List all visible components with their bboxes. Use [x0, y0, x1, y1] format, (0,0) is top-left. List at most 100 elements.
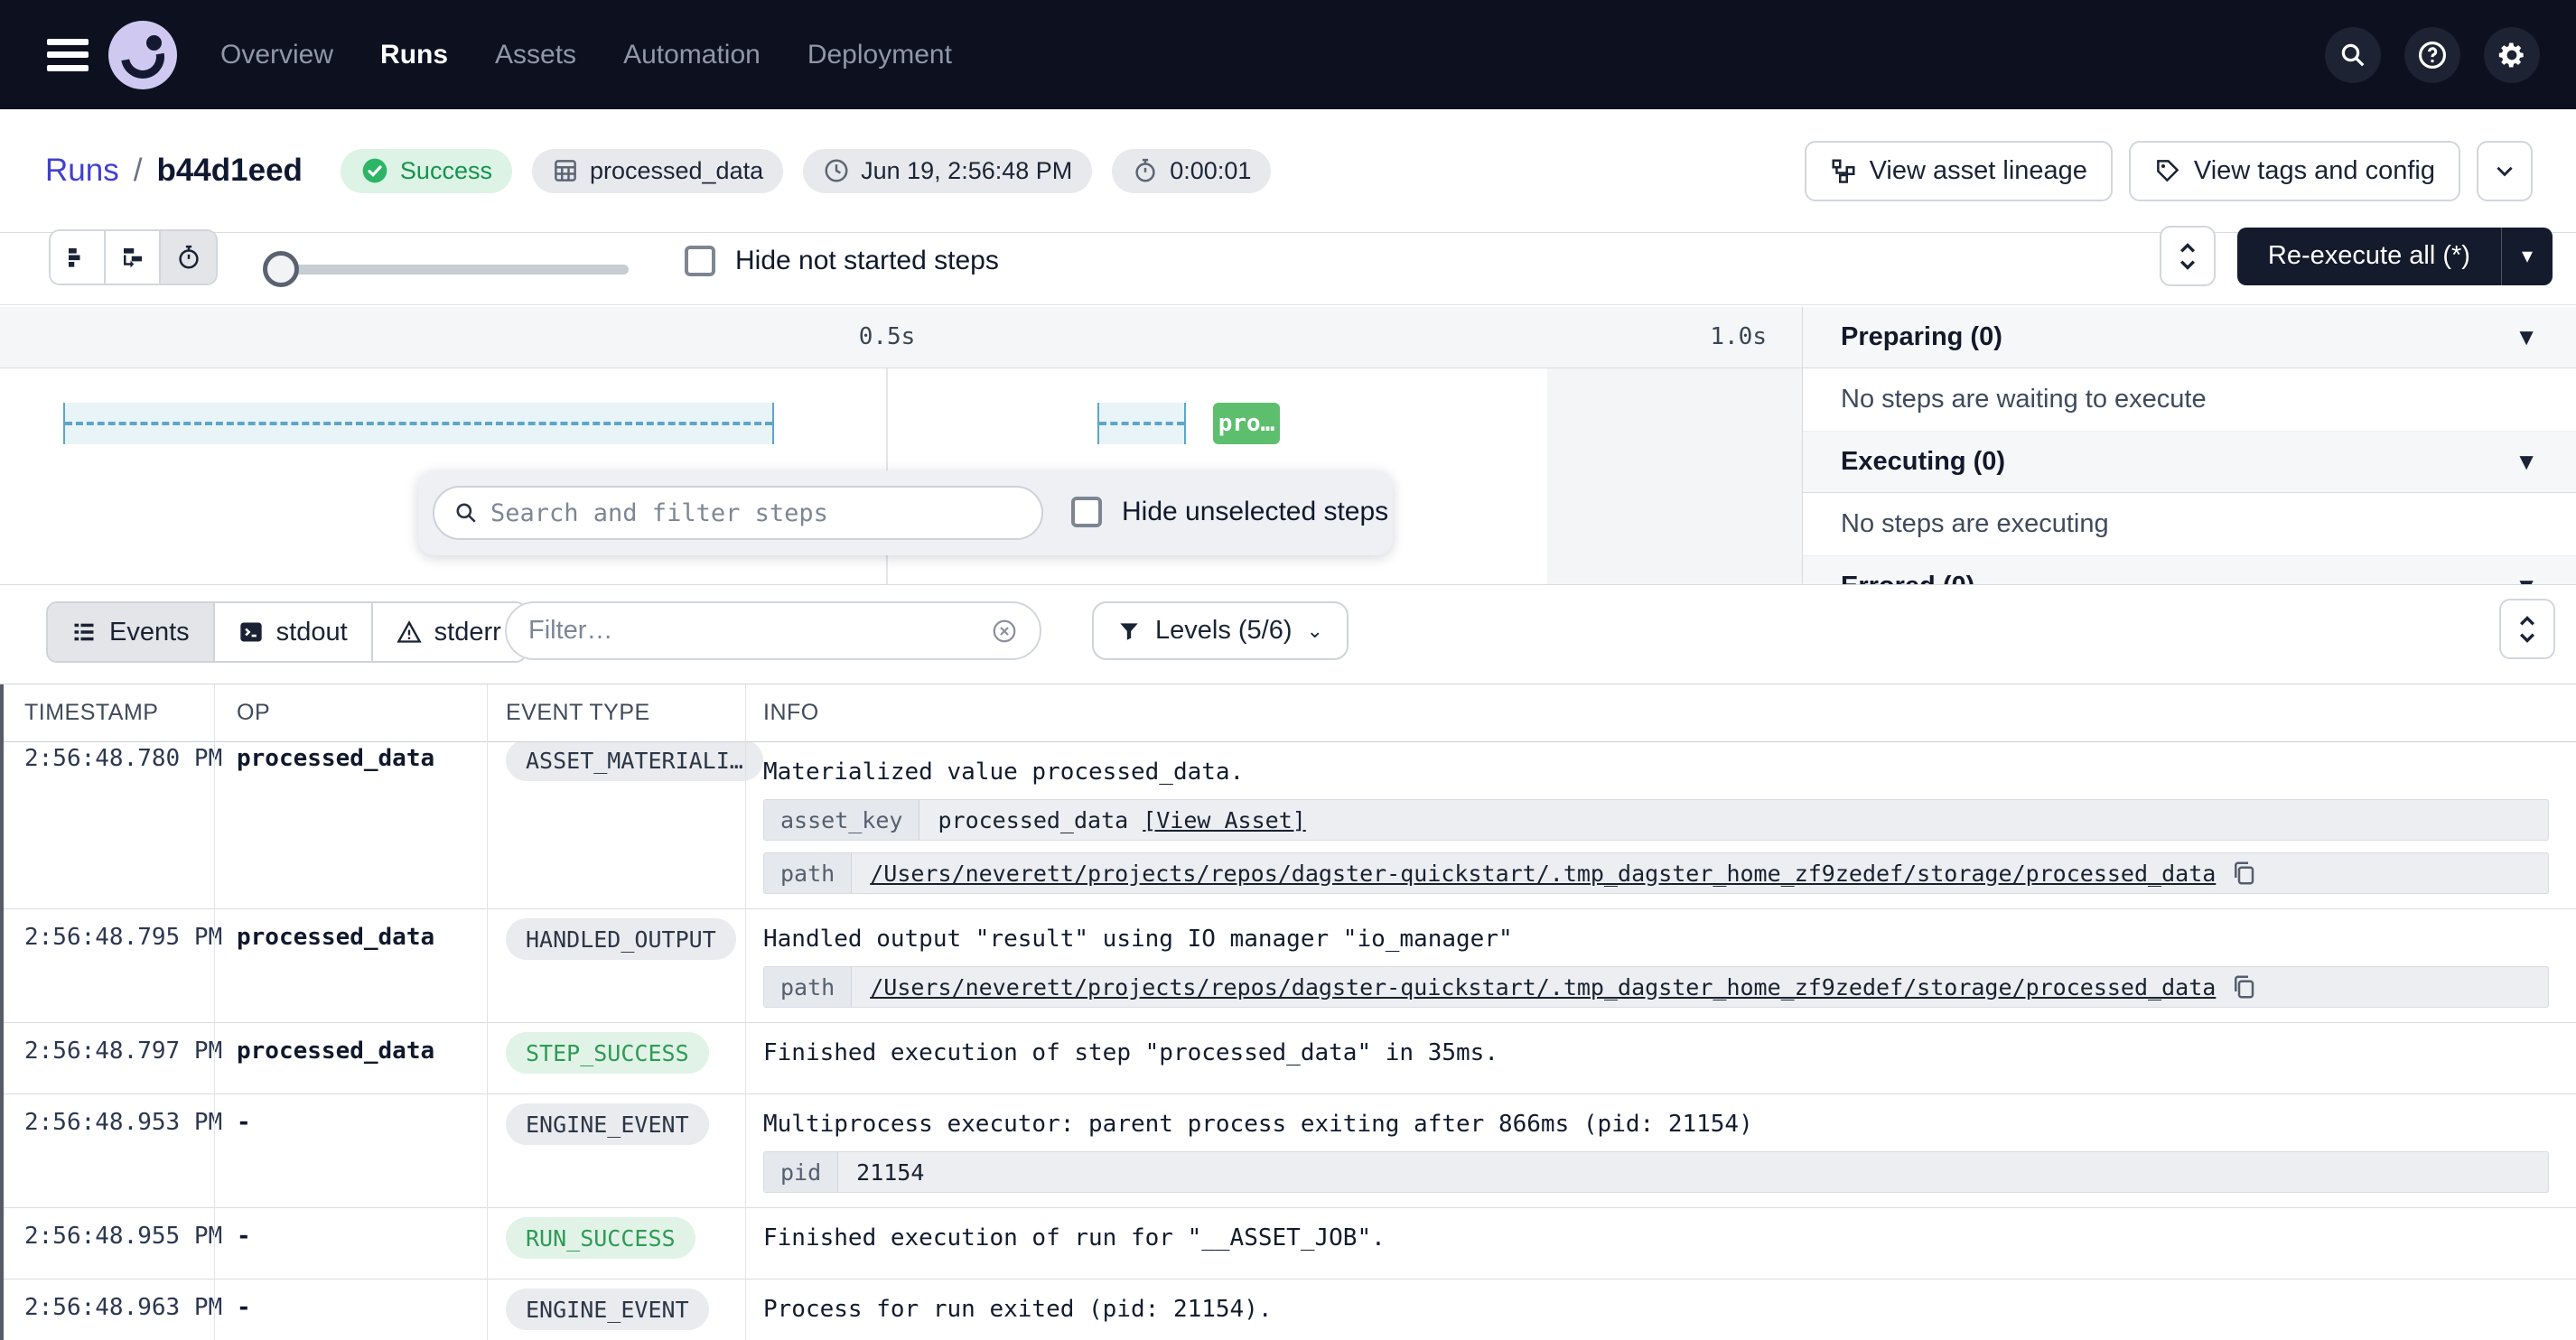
meta-link[interactable]: [View Asset]: [1143, 807, 1306, 833]
log-filter-input[interactable]: [528, 616, 991, 646]
log-row[interactable]: 2:56:48.955 PM - RUN_SUCCESS Finished ex…: [0, 1208, 2576, 1280]
tab-stdout[interactable]: stdout: [215, 603, 373, 661]
gantt-view-mode-group: [49, 229, 218, 285]
meta-label: pid: [764, 1152, 838, 1192]
log-filter-field: [505, 601, 1041, 660]
run-id: b44d1eed: [156, 153, 302, 189]
section-header[interactable]: Errored (0) ▼: [1803, 556, 2576, 585]
log-timestamp: 2:56:48.797 PM: [0, 1023, 214, 1093]
copy-icon[interactable]: [2230, 860, 2257, 887]
log-table-header: TIMESTAMP OP EVENT TYPE INFO: [0, 684, 2576, 742]
log-info-text: Finished execution of run for "__ASSET_J…: [763, 1223, 2549, 1253]
event-type-badge: HANDLED_OUTPUT: [506, 918, 736, 960]
meta-link[interactable]: /Users/neverett/projects/repos/dagster-q…: [870, 861, 2216, 887]
lineage-icon: [1830, 157, 1857, 184]
section-caret-icon: ▼: [2515, 448, 2538, 476]
log-timestamp: 2:56:48.955 PM: [0, 1208, 214, 1279]
nav-item[interactable]: Deployment: [807, 40, 952, 70]
view-tags-config-button[interactable]: View tags and config: [2129, 141, 2460, 201]
zoom-slider-handle[interactable]: [263, 251, 299, 287]
log-meta-row: path /Users/neverett/projects/repos/dags…: [763, 966, 2549, 1008]
log-meta-row: pid 21154: [763, 1151, 2549, 1193]
tab-stderr[interactable]: stderr: [373, 603, 525, 661]
col-info: INFO: [745, 700, 2576, 726]
log-row[interactable]: 2:56:48.953 PM - ENGINE_EVENT Multiproce…: [0, 1094, 2576, 1208]
dagster-run-page: Overview Runs Assets Automation Deployment R…: [0, 0, 2576, 1340]
col-event-type: EVENT TYPE: [487, 700, 745, 726]
zoom-slider-track[interactable]: [263, 265, 629, 275]
gantt-toolbar: Hide not started steps Re-execute all (*…: [0, 233, 2576, 305]
checkbox-box[interactable]: [1071, 497, 1102, 527]
logs-expand-button[interactable]: [2499, 599, 2555, 659]
log-row[interactable]: 2:56:48.795 PM processed_data HANDLED_OU…: [0, 909, 2576, 1023]
terminal-icon: [238, 619, 264, 645]
reexecute-all-button[interactable]: Re-execute all (*): [2237, 228, 2501, 285]
log-op: -: [214, 1094, 487, 1207]
levels-filter-button[interactable]: Levels (5/6) ⌄: [1092, 601, 1349, 660]
asset-tag-pill[interactable]: processed_data: [532, 149, 783, 193]
log-info-text: Handled output "result" using IO manager…: [763, 924, 2549, 954]
log-row[interactable]: 2:56:48.797 PM processed_data STEP_SUCCE…: [0, 1023, 2576, 1094]
search-icon[interactable]: [2325, 27, 2381, 83]
event-type-badge: ENGINE_EVENT: [506, 1103, 709, 1145]
gantt-flat-view-button[interactable]: [51, 231, 106, 284]
event-type-badge: ASSET_MATERIALI…: [506, 742, 763, 781]
breadcrumb: Runs / b44d1eed: [45, 153, 303, 189]
gantt-waterfall-view-button[interactable]: [106, 231, 161, 284]
asset-table-icon: [552, 157, 579, 184]
breadcrumb-separator: /: [134, 153, 143, 189]
stopwatch-icon: [1132, 157, 1159, 184]
gantt-tick-1-0s: 1.0s: [1710, 323, 1767, 350]
reexecute-dropdown-caret[interactable]: ▾: [2501, 228, 2553, 285]
hide-not-started-checkbox[interactable]: Hide not started steps: [685, 246, 999, 276]
checkbox-box[interactable]: [685, 246, 715, 276]
section-empty-message: No steps are waiting to execute: [1803, 368, 2576, 432]
log-timestamp: 2:56:48.953 PM: [0, 1094, 214, 1207]
step-status-panel: Preparing (0) ▼ No steps are waiting to …: [1802, 307, 2576, 585]
copy-icon[interactable]: [2230, 973, 2257, 1000]
view-asset-lineage-button[interactable]: View asset lineage: [1805, 141, 2113, 201]
tag-icon: [2154, 157, 2181, 184]
dagster-logo[interactable]: [108, 21, 177, 89]
log-row[interactable]: 2:56:48.780 PM processed_data ASSET_MATE…: [0, 742, 2576, 909]
nav-items: Overview Runs Assets Automation Deployment: [220, 40, 952, 70]
section-header[interactable]: Preparing (0) ▼: [1803, 307, 2576, 368]
breadcrumb-runs-link[interactable]: Runs: [45, 153, 119, 189]
gantt-timing-view-button[interactable]: [161, 231, 216, 284]
vertical-scrollbar[interactable]: [0, 684, 4, 1340]
log-row[interactable]: 2:56:48.963 PM - ENGINE_EVENT Process fo…: [0, 1280, 2576, 1340]
hamburger-menu-icon[interactable]: [47, 39, 89, 71]
nav-item[interactable]: Overview: [220, 40, 333, 70]
nav-item[interactable]: Runs: [380, 40, 448, 70]
step-search-input[interactable]: [490, 499, 1022, 527]
zoom-slider[interactable]: [263, 251, 629, 287]
event-type-badge: ENGINE_EVENT: [506, 1289, 709, 1330]
tab-events[interactable]: Events: [48, 603, 215, 661]
reexecute-split-button: Re-execute all (*) ▾: [2237, 228, 2553, 285]
search-icon-small: [454, 501, 478, 525]
nav-item[interactable]: Assets: [495, 40, 576, 70]
run-header: Runs / b44d1eed Success processed_data: [0, 109, 2576, 233]
gantt-tick-0-5s: 0.5s: [859, 323, 916, 350]
section-header[interactable]: Executing (0) ▼: [1803, 432, 2576, 493]
log-view-tabs: Events stdout stderr: [46, 601, 527, 663]
gantt-waiting-bar-long[interactable]: [63, 403, 774, 444]
step-status-section: Executing (0) ▼ No steps are executing: [1803, 432, 2576, 556]
meta-link[interactable]: /Users/neverett/projects/repos/dagster-q…: [870, 974, 2216, 1000]
help-icon[interactable]: [2404, 27, 2460, 83]
gantt-waiting-bar-short[interactable]: [1097, 403, 1186, 444]
levels-caret-icon: ⌄: [1307, 619, 1323, 643]
header-more-chevron-button[interactable]: [2477, 141, 2533, 201]
col-timestamp: TIMESTAMP: [0, 700, 214, 726]
nav-item[interactable]: Automation: [623, 40, 761, 70]
log-info-text: Process for run exited (pid: 21154).: [763, 1294, 2549, 1325]
settings-gear-icon[interactable]: [2484, 27, 2540, 83]
hide-unselected-checkbox[interactable]: Hide unselected steps: [1071, 497, 1388, 527]
meta-label: path: [764, 853, 852, 893]
gantt-step-bar-processed-data[interactable]: pro…: [1213, 403, 1280, 444]
start-time-pill: Jun 19, 2:56:48 PM: [803, 149, 1092, 193]
log-op: processed_data: [214, 909, 487, 1022]
log-info-text: Materialized value processed_data.: [763, 757, 2549, 787]
gantt-expand-button[interactable]: [2160, 226, 2216, 286]
clear-filter-icon[interactable]: [991, 618, 1018, 645]
